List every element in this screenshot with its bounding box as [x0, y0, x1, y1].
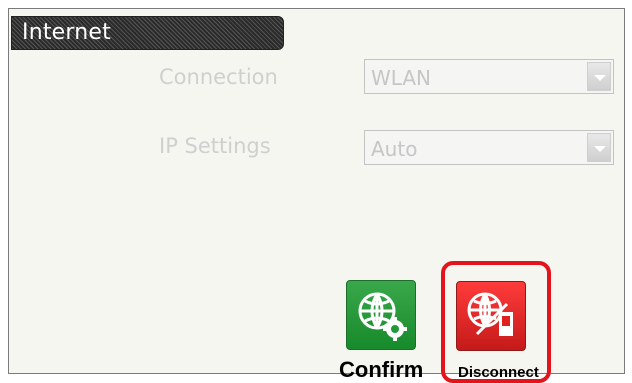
title-bar: Internet: [11, 16, 284, 50]
highlight-box: [441, 261, 551, 383]
page-title: Internet: [22, 20, 111, 45]
confirm-label[interactable]: Confirm: [339, 357, 423, 383]
connection-value: WLAN: [371, 66, 432, 90]
ip-settings-value: Auto: [371, 137, 418, 161]
connection-label: Connection: [159, 65, 278, 89]
internet-screen: Internet Connection WLAN IP Settings Aut…: [8, 8, 625, 383]
ip-settings-dropdown[interactable]: Auto: [364, 130, 614, 165]
chevron-down-icon[interactable]: [587, 62, 611, 91]
confirm-button[interactable]: [346, 280, 416, 350]
globe-gear-icon: [358, 292, 407, 341]
ip-settings-label: IP Settings: [159, 134, 271, 158]
chevron-down-icon[interactable]: [587, 133, 611, 162]
connection-dropdown[interactable]: WLAN: [364, 59, 614, 94]
